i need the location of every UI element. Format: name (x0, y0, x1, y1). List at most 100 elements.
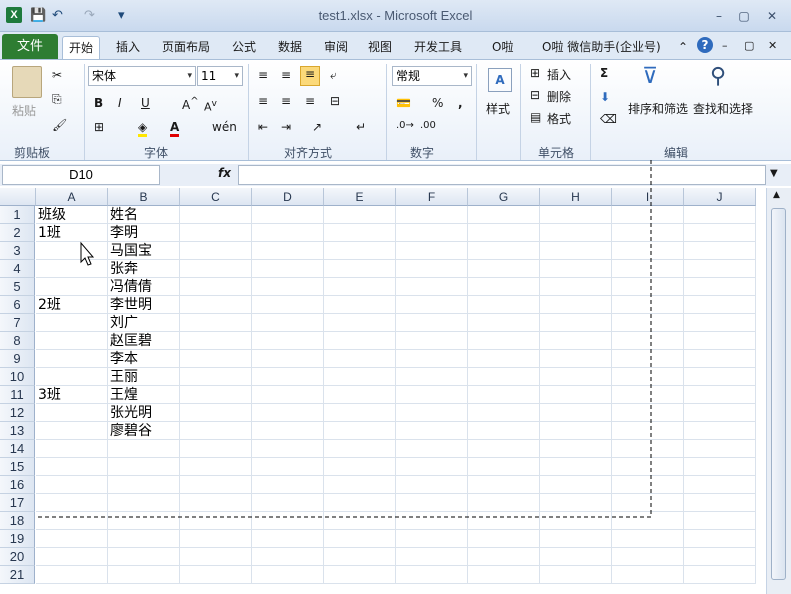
name-box[interactable]: D10 (2, 165, 160, 185)
cell-h3[interactable] (540, 242, 612, 260)
cell-i6[interactable] (612, 296, 684, 314)
row-header[interactable]: 15 (0, 458, 35, 476)
cell-i15[interactable] (612, 458, 684, 476)
insert-function-button[interactable]: fx (218, 166, 231, 180)
cell-e3[interactable] (324, 242, 396, 260)
cell-a8[interactable] (36, 332, 108, 350)
cell-i1[interactable] (612, 206, 684, 224)
cell-d11[interactable] (252, 386, 324, 404)
cell-g4[interactable] (468, 260, 540, 278)
cell-f14[interactable] (396, 440, 468, 458)
font-size-dropdown[interactable]: 11 ▾ (197, 66, 243, 86)
row-header[interactable]: 10 (0, 368, 35, 386)
cell-f10[interactable] (396, 368, 468, 386)
align-center-icon[interactable]: ≡ (281, 94, 291, 108)
increase-font-icon[interactable]: A^ (182, 96, 199, 112)
cell-d4[interactable] (252, 260, 324, 278)
tab-developer[interactable]: 开发工具 (408, 36, 468, 59)
cell-d20[interactable] (252, 548, 324, 566)
cell-j8[interactable] (684, 332, 756, 350)
row-header[interactable]: 1 (0, 206, 35, 224)
cell-h16[interactable] (540, 476, 612, 494)
cell-i20[interactable] (612, 548, 684, 566)
cell-f17[interactable] (396, 494, 468, 512)
expand-formula-bar-icon[interactable]: ▼ (770, 168, 778, 179)
cell-f15[interactable] (396, 458, 468, 476)
cell-i21[interactable] (612, 566, 684, 584)
cell-e8[interactable] (324, 332, 396, 350)
format-cells-icon[interactable]: ▤ (530, 110, 541, 124)
cell-d8[interactable] (252, 332, 324, 350)
scroll-up-icon[interactable]: ▲ (773, 190, 780, 200)
tab-home[interactable]: 开始 (62, 36, 101, 59)
cell-i3[interactable] (612, 242, 684, 260)
cell-d17[interactable] (252, 494, 324, 512)
insert-cells-icon[interactable]: ⊞ (530, 66, 540, 80)
cell-e6[interactable] (324, 296, 396, 314)
cell-e14[interactable] (324, 440, 396, 458)
cell-a14[interactable] (36, 440, 108, 458)
binoculars-icon[interactable]: ⚲ (710, 64, 726, 89)
cell-j18[interactable] (684, 512, 756, 530)
column-header-j[interactable]: J (684, 188, 756, 206)
delete-cells-button[interactable]: 删除 (547, 88, 571, 105)
cell-h11[interactable] (540, 386, 612, 404)
cell-b7[interactable]: 刘广 (108, 314, 180, 332)
styles-button[interactable]: 样式 (486, 100, 510, 117)
cell-b18[interactable] (108, 512, 180, 530)
cell-e7[interactable] (324, 314, 396, 332)
cell-i10[interactable] (612, 368, 684, 386)
restore-button[interactable]: ▢ (734, 8, 754, 24)
styles-icon[interactable]: A (488, 68, 512, 92)
underline-button[interactable]: U (141, 96, 150, 110)
clear-icon[interactable]: ⌫ (600, 112, 617, 126)
cell-e16[interactable] (324, 476, 396, 494)
cell-g10[interactable] (468, 368, 540, 386)
cell-c4[interactable] (180, 260, 252, 278)
autosum-button[interactable]: Σ (600, 66, 608, 80)
row-header[interactable]: 18 (0, 512, 35, 530)
row-header[interactable]: 2 (0, 224, 35, 242)
cell-g7[interactable] (468, 314, 540, 332)
doc-restore-button[interactable]: ▢ (744, 39, 754, 52)
cell-j11[interactable] (684, 386, 756, 404)
column-header-h[interactable]: H (540, 188, 612, 206)
cell-e4[interactable] (324, 260, 396, 278)
cell-e20[interactable] (324, 548, 396, 566)
sort-filter-icon[interactable]: ⊽ (642, 64, 658, 89)
cell-h13[interactable] (540, 422, 612, 440)
cell-f12[interactable] (396, 404, 468, 422)
cell-g15[interactable] (468, 458, 540, 476)
cell-c19[interactable] (180, 530, 252, 548)
cell-i16[interactable] (612, 476, 684, 494)
cell-d1[interactable] (252, 206, 324, 224)
cell-j13[interactable] (684, 422, 756, 440)
tab-wechat-assistant[interactable]: O啦 微信助手(企业号) (536, 36, 667, 59)
cell-j4[interactable] (684, 260, 756, 278)
cell-j7[interactable] (684, 314, 756, 332)
cell-a11[interactable]: 3班 (36, 386, 108, 404)
cell-g1[interactable] (468, 206, 540, 224)
cell-c2[interactable] (180, 224, 252, 242)
cell-f3[interactable] (396, 242, 468, 260)
cell-e9[interactable] (324, 350, 396, 368)
cell-d7[interactable] (252, 314, 324, 332)
cell-a2[interactable]: 1班 (36, 224, 108, 242)
row-header[interactable]: 17 (0, 494, 35, 512)
cell-h8[interactable] (540, 332, 612, 350)
cell-j10[interactable] (684, 368, 756, 386)
cell-h17[interactable] (540, 494, 612, 512)
cell-i17[interactable] (612, 494, 684, 512)
cell-e12[interactable] (324, 404, 396, 422)
row-header[interactable]: 9 (0, 350, 35, 368)
cell-g13[interactable] (468, 422, 540, 440)
cell-j6[interactable] (684, 296, 756, 314)
cell-e17[interactable] (324, 494, 396, 512)
sort-filter-button[interactable]: 排序和筛选 (628, 100, 688, 117)
cell-b14[interactable] (108, 440, 180, 458)
cell-f13[interactable] (396, 422, 468, 440)
align-middle-icon[interactable]: ≡ (281, 68, 291, 82)
formula-input[interactable] (238, 165, 766, 185)
cell-h15[interactable] (540, 458, 612, 476)
delete-cells-icon[interactable]: ⊟ (530, 88, 540, 102)
